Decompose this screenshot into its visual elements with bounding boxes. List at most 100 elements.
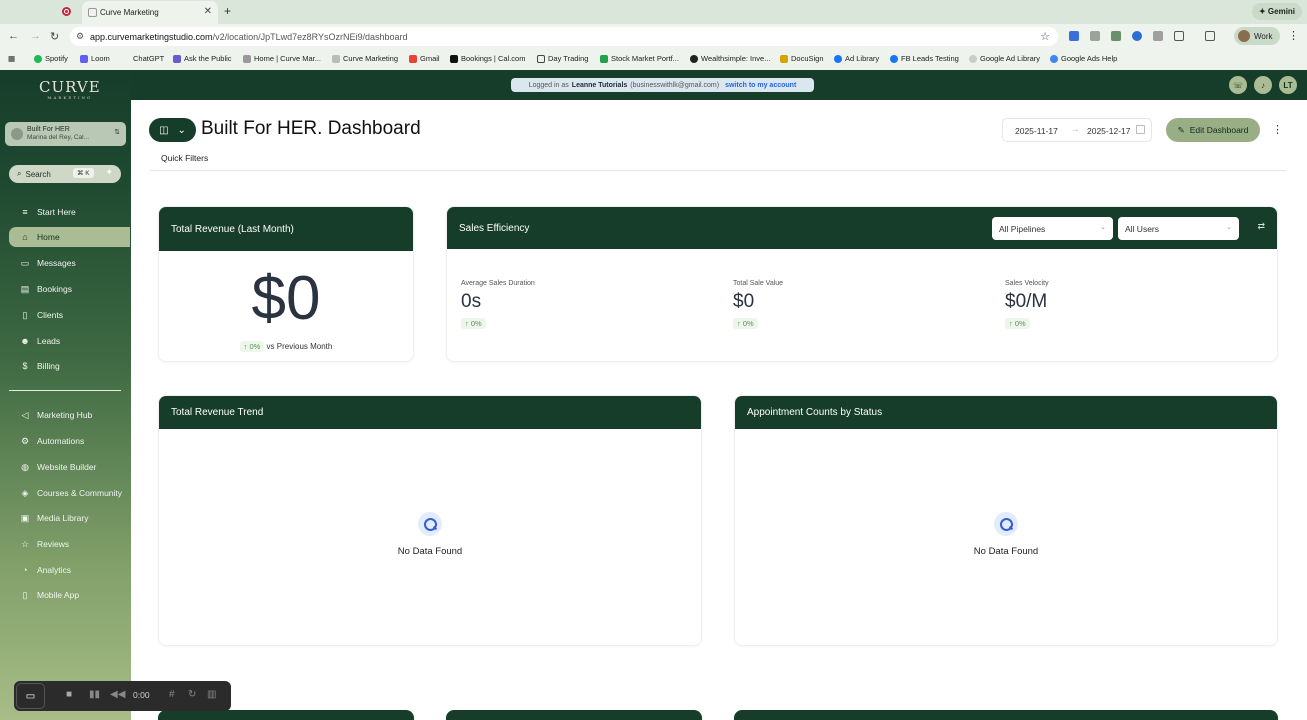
user-select[interactable]: All Users ⌄ [1118, 217, 1239, 240]
chevron-updown-icon: ⇅ [114, 129, 120, 136]
bookmark-fb-leads[interactable]: FB Leads Testing [890, 54, 959, 63]
users-icon: ☻ [20, 336, 30, 346]
sidebar-item-media-library[interactable]: ▣ Media Library [9, 508, 130, 528]
bookmark-loom[interactable]: Loom [80, 54, 110, 63]
bookmark-stock-market[interactable]: Stock Market Portf... [600, 54, 679, 63]
bookmark-spotify[interactable]: Spotify [34, 54, 68, 63]
grid-icon[interactable]: # [169, 689, 180, 701]
bookmark-gmail[interactable]: Gmail [409, 54, 440, 63]
sidebar-item-courses-community[interactable]: ◈ Courses & Community [9, 483, 130, 503]
sidebar-item-start-here[interactable]: ≡ Start Here [9, 202, 130, 222]
page-title: Built For HER. Dashboard [201, 118, 421, 139]
quick-filters-button[interactable]: Quick Filters [161, 153, 208, 163]
search-icon: ⌕ [17, 169, 22, 178]
sidebar-item-leads[interactable]: ☻ Leads [9, 331, 130, 351]
sidebar-item-label: Start Here [37, 207, 76, 217]
sidebar-divider [9, 390, 121, 391]
notification-bell-icon[interactable]: ♪ [1254, 76, 1272, 94]
sidebar-item-marketing-hub[interactable]: ◁ Marketing Hub [9, 405, 130, 425]
bookmarks-bar: ▦ Spotify Loom ChatGPT Ask the Public Ho… [0, 49, 1307, 70]
sidebar-item-messages[interactable]: ▭ Messages [9, 253, 130, 273]
pipeline-select[interactable]: All Pipelines ⌄ [992, 217, 1113, 240]
sidebar-item-reviews[interactable]: ☆ Reviews [9, 534, 130, 554]
camera-icon[interactable]: ▭ [16, 683, 45, 709]
sidebar-item-label: Reviews [37, 539, 70, 549]
bookmark-curve-marketing[interactable]: Curve Marketing [332, 54, 398, 63]
bookmark-home-curve[interactable]: Home | Curve Mar... [243, 54, 321, 63]
side-panel-icon[interactable] [1205, 31, 1215, 41]
reload-icon[interactable]: ↻ [50, 30, 59, 43]
browser-tab[interactable]: Curve Marketing ✕ [82, 1, 218, 24]
bookmark-docusign[interactable]: DocuSign [780, 54, 824, 63]
chevron-down-icon: ⌄ [177, 124, 186, 136]
bookmark-google-ad-library[interactable]: Google Ad Library [969, 54, 1040, 63]
app-logo[interactable]: CURVE MARKETING [39, 78, 101, 100]
extension-camera-icon[interactable] [1153, 31, 1163, 41]
apps-grid-icon[interactable]: ▦ [8, 54, 15, 63]
ai-spark-icon[interactable]: ✦ [105, 167, 113, 178]
empty-state: No Data Found [159, 512, 701, 557]
bookmark-star-icon[interactable]: ☆ [1040, 30, 1050, 43]
bookmark-day-trading[interactable]: Day Trading [537, 54, 588, 63]
pause-icon[interactable]: ▮▮ [89, 689, 100, 701]
chat-icon: ▭ [20, 258, 30, 268]
sidebar-item-clients[interactable]: ▯ Clients [9, 305, 130, 325]
swap-icon[interactable]: ⇄ [1257, 221, 1265, 232]
pencil-icon: ✎ [1177, 124, 1185, 135]
new-tab-icon[interactable]: + [224, 4, 231, 18]
browser-tab-bar: Curve Marketing ✕ + ✦ Gemini [0, 0, 1307, 24]
date-range-picker[interactable]: 2025-11-17 → 2025-12-17 [1002, 118, 1152, 142]
home-icon: ⌂ [22, 232, 28, 242]
account-name: Built For HER [27, 126, 70, 133]
switch-account-link[interactable]: switch to my account [725, 82, 796, 89]
profile-label: Work [1254, 31, 1273, 41]
extension-circle-icon[interactable] [1132, 31, 1142, 41]
rewind-icon[interactable]: ◀◀ [110, 689, 125, 701]
sidebar-item-label: Analytics [37, 565, 72, 575]
dashboard-switcher[interactable]: ◫ ⌄ [149, 118, 196, 142]
sidebar-item-label: Marketing Hub [37, 410, 93, 420]
edit-dashboard-button[interactable]: ✎ Edit Dashboard [1166, 118, 1260, 142]
browser-menu-icon[interactable]: ⋮ [1288, 29, 1299, 42]
magnifier-icon [418, 512, 442, 536]
phone-call-icon[interactable]: ☏ [1229, 76, 1247, 94]
phone-icon: ▯ [22, 590, 28, 600]
sidebar-item-home[interactable]: ⌂ Home [9, 227, 130, 247]
card-title: Total Revenue Trend [159, 396, 701, 429]
extension-grid-icon[interactable] [1090, 31, 1100, 41]
trash-icon[interactable]: ▥ [207, 689, 218, 701]
sidebar-item-billing[interactable]: $ Billing [9, 356, 130, 376]
bookmark-bookings-cal[interactable]: Bookings | Cal.com [450, 54, 525, 63]
bookmark-wealthsimple[interactable]: Wealthsimple: Inve... [690, 54, 770, 63]
back-icon[interactable]: ← [8, 30, 19, 42]
date-end: 2025-12-17 [1087, 126, 1131, 136]
bookmark-ask-the-public[interactable]: Ask the Public [173, 54, 232, 63]
profile-button[interactable]: Work [1234, 27, 1280, 45]
bookmark-ad-library[interactable]: Ad Library [834, 54, 879, 63]
bookmark-chatgpt[interactable]: ChatGPT [133, 54, 164, 63]
sidebar-item-bookings[interactable]: ▤ Bookings [9, 279, 130, 299]
sidebar-item-website-builder[interactable]: ◍ Website Builder [9, 457, 130, 477]
account-switcher[interactable]: Built For HER Marina del Rey, Cal... ⇅ [5, 122, 126, 146]
close-tab-icon[interactable]: ✕ [204, 6, 212, 17]
site-info-icon[interactable]: ⚙ [76, 31, 84, 42]
sidebar-item-analytics[interactable]: ◔ Analytics [9, 560, 130, 580]
address-bar[interactable]: ⚙ app.curvemarketingstudio.com/v2/locati… [70, 27, 1058, 46]
forward-icon[interactable]: → [30, 30, 41, 42]
more-options-icon[interactable]: ⋮ [1272, 123, 1283, 136]
bookmark-google-ads-help[interactable]: Google Ads Help [1050, 54, 1117, 63]
user-avatar[interactable]: LT [1279, 76, 1297, 94]
extensions-puzzle-icon[interactable] [1174, 31, 1184, 41]
revenue-value: $0 [251, 264, 321, 333]
chevron-down-icon: ⌄ [1100, 224, 1106, 231]
sidebar-item-label: Messages [37, 258, 76, 268]
gemini-button[interactable]: ✦ Gemini [1252, 3, 1302, 20]
sidebar-item-mobile-app[interactable]: ▯ Mobile App [9, 585, 130, 605]
sidebar-search[interactable]: ⌕ Search ⌘ K ✦ [9, 165, 121, 183]
sidebar-item-automations[interactable]: ⚙ Automations [9, 431, 130, 451]
extension-translate-icon[interactable] [1069, 31, 1079, 41]
extension-drive-icon[interactable] [1111, 31, 1121, 41]
metric-total-sale-value: Total Sale Value $0 ↑ 0% [733, 280, 784, 329]
restart-icon[interactable]: ↻ [188, 689, 199, 701]
stop-icon[interactable]: ■ [66, 689, 77, 701]
